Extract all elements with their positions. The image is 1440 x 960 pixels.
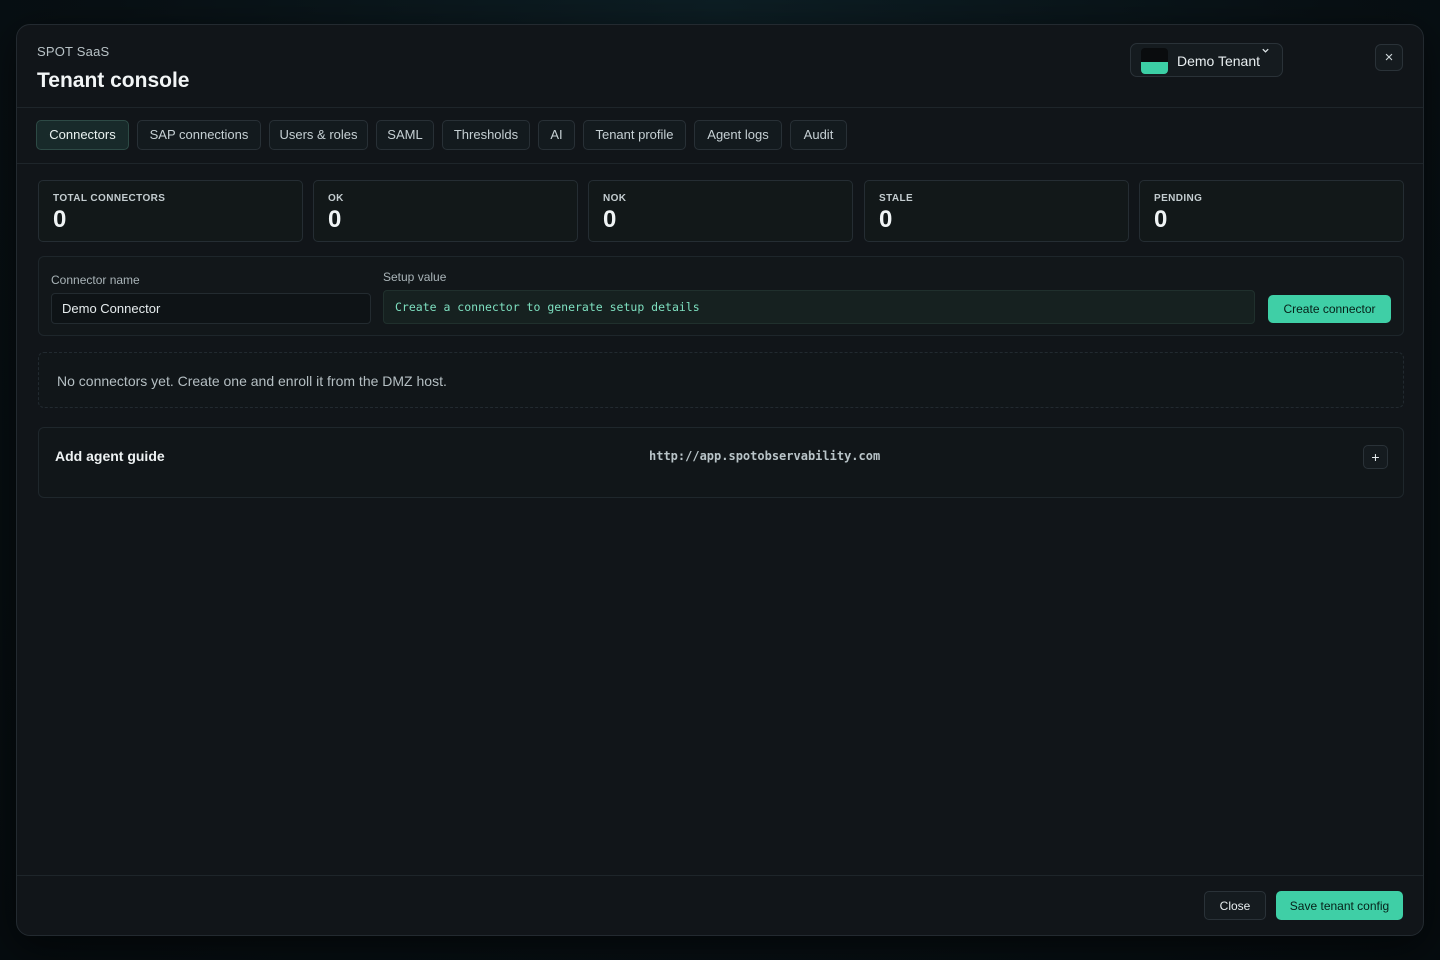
connector-name-label: Connector name [51, 273, 140, 287]
tab-thresholds[interactable]: Thresholds [442, 120, 530, 150]
tenant-console-modal: SPOT SaaS Tenant console Demo Tenant × C… [16, 24, 1424, 936]
agent-guide-url: http://app.spotobservability.com [649, 449, 881, 463]
modal-footer: Close Save tenant config [17, 875, 1423, 935]
brand-label: SPOT SaaS [37, 44, 110, 59]
stat-card-total: TOTAL CONNECTORS 0 [38, 180, 303, 242]
agent-guide-title: Add agent guide [55, 448, 165, 464]
stat-label: OK [328, 193, 344, 204]
modal-header: SPOT SaaS Tenant console Demo Tenant × [17, 25, 1423, 108]
tenant-selector[interactable]: Demo Tenant [1130, 43, 1283, 77]
tab-audit[interactable]: Audit [790, 120, 847, 150]
stat-card-nok: NOK 0 [588, 180, 853, 242]
setup-value-field[interactable]: Create a connector to generate setup det… [383, 290, 1255, 324]
stat-card-ok: OK 0 [313, 180, 578, 242]
page-title: Tenant console [37, 69, 190, 92]
connector-form: Connector name Setup value Create a conn… [38, 256, 1404, 336]
expand-plus-icon[interactable]: + [1363, 445, 1388, 469]
stat-card-pending: PENDING 0 [1139, 180, 1404, 242]
tenant-selector-value: Demo Tenant [1177, 53, 1261, 69]
empty-state: No connectors yet. Create one and enroll… [38, 352, 1404, 408]
agent-guide-panel[interactable]: Add agent guide http://app.spotobservabi… [38, 427, 1404, 498]
stat-label: PENDING [1154, 193, 1203, 204]
stat-label: STALE [879, 193, 914, 204]
stat-value: 0 [1154, 206, 1168, 233]
stat-value: 0 [53, 206, 67, 233]
setup-value-label: Setup value [383, 270, 447, 284]
stat-card-stale: STALE 0 [864, 180, 1129, 242]
stat-value: 0 [328, 206, 342, 233]
create-connector-button[interactable]: Create connector [1268, 295, 1391, 323]
tab-bar: Connectors SAP connections Users & roles… [17, 108, 1423, 164]
stat-label: TOTAL CONNECTORS [53, 193, 166, 204]
close-button[interactable]: Close [1204, 891, 1266, 920]
tenant-logo [1141, 48, 1168, 74]
tab-users-roles[interactable]: Users & roles [269, 120, 368, 150]
empty-state-text: No connectors yet. Create one and enroll… [57, 373, 447, 389]
connector-name-input[interactable] [51, 293, 371, 324]
tab-sap-connections[interactable]: SAP connections [137, 120, 261, 150]
chevron-down-icon [1261, 46, 1270, 58]
tab-connectors[interactable]: Connectors [36, 120, 129, 150]
tab-saml[interactable]: SAML [376, 120, 434, 150]
save-tenant-config-button[interactable]: Save tenant config [1276, 891, 1403, 920]
close-icon[interactable]: × [1375, 44, 1403, 71]
stat-label: NOK [603, 193, 627, 204]
tab-ai[interactable]: AI [538, 120, 575, 150]
stat-value: 0 [879, 206, 893, 233]
tab-tenant-profile[interactable]: Tenant profile [583, 120, 686, 150]
tab-agent-logs[interactable]: Agent logs [694, 120, 782, 150]
setup-value-text: Create a connector to generate setup det… [395, 300, 700, 314]
stat-value: 0 [603, 206, 617, 233]
